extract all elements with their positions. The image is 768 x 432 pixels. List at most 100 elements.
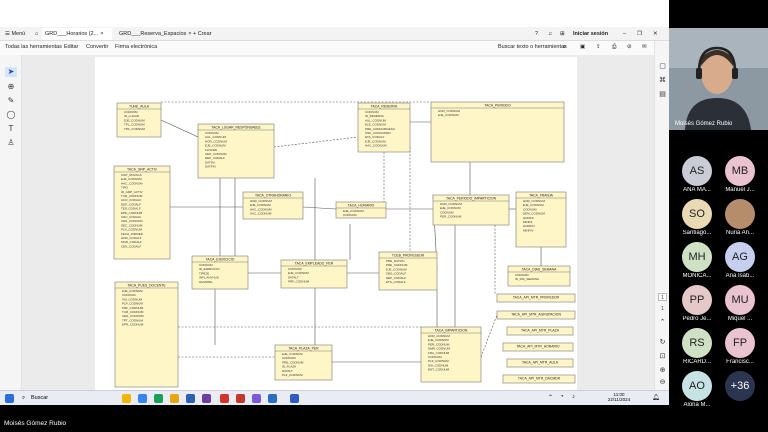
volume-icon[interactable]: ♪ (572, 394, 575, 400)
upload-icon[interactable]: ⇪ (596, 44, 601, 50)
notification-icon[interactable]: 🔔︎ (652, 394, 660, 401)
entity-attribute: HAC_CODNUM (365, 144, 387, 148)
help-icon[interactable]: ? (532, 28, 541, 40)
windows-taskbar: ⌕ Buscar ⌃ ◔ ♪ 11:00 22/11/2024 🔔︎ (0, 390, 669, 405)
search-tools-input[interactable]: Buscar texto o herramientas (498, 44, 567, 50)
maximize-icon[interactable]: ❐ (634, 28, 645, 40)
participant-avatar[interactable]: RS (682, 328, 712, 358)
text-select-icon[interactable]: T (5, 124, 17, 134)
bell-icon[interactable]: ♫ (545, 28, 555, 40)
tab-reserva[interactable]: GRD___Reserva_Espacios × (116, 28, 191, 40)
edit-menu[interactable]: Editar (64, 44, 78, 50)
edge-icon[interactable] (138, 394, 147, 403)
zoom-out-icon[interactable]: ⊖ (658, 379, 667, 387)
entity-attribute: ETS_CODALF (386, 280, 406, 284)
highlight-pen-icon[interactable]: ✎ (5, 96, 17, 106)
word-icon[interactable] (186, 394, 195, 403)
entity-taca-imparticion: TACA_IMPARTICIONHOR_CODNUMEJE_CODNUMPER_… (420, 326, 482, 383)
teams-icon[interactable] (252, 394, 261, 403)
outlook-icon[interactable] (268, 394, 277, 403)
menu-button[interactable]: ☰ Menú (2, 28, 28, 40)
tab-label: GRD___Reserva_Espacios (119, 31, 187, 37)
relationship-line (302, 206, 337, 210)
participant-avatar[interactable]: SO (682, 199, 712, 229)
search-icon[interactable]: ⌕ (22, 395, 25, 402)
entity-title: TACA_FRANJA (529, 194, 554, 198)
chrome-icon[interactable] (170, 394, 179, 403)
acrobat-icon[interactable] (220, 394, 229, 403)
participant-avatar[interactable]: PP (682, 285, 712, 315)
signin-button[interactable]: Iniciar sesión (570, 28, 611, 40)
all-tools-menu[interactable]: Todas las herramientas (5, 44, 62, 50)
participant-avatar[interactable]: AG (725, 242, 755, 272)
participant-avatar[interactable]: FP (725, 328, 755, 358)
speaker-name: Moisés Gómez Rubio (675, 121, 733, 127)
apps-icon[interactable]: ⊞ (557, 28, 568, 40)
entity-attribute: PER_CODNUM (440, 215, 462, 219)
zoom-icon[interactable]: ⊕ (5, 82, 17, 92)
window-close-icon[interactable]: ✕ (650, 28, 661, 40)
file-explorer-icon[interactable] (122, 394, 131, 403)
entity-attribute: MINFIN (523, 228, 533, 232)
participant-avatar[interactable]: MB (725, 156, 755, 186)
entity-attribute: ENT_CODNUM (428, 368, 450, 372)
entity-attribute: HUMORE (199, 280, 212, 284)
app-icon[interactable] (290, 394, 299, 403)
entity-taca-ejercicio: TACA_EJERCICIOCODNUMID_EJERCICIOTIPEJEIN… (191, 255, 249, 290)
fit-page-icon[interactable]: ⊡ (658, 353, 667, 361)
participant-avatar[interactable]: MH (682, 242, 712, 272)
close-icon[interactable]: × (100, 31, 103, 37)
entity-taca-grp-activ: TACA_GRP_ACTIVASIT_RNVACAEJE_CODNUMHAC_C… (113, 165, 171, 260)
entity-title: TACA_EMPLEADO_PER (295, 262, 334, 266)
pages-icon[interactable]: ▤ (658, 91, 667, 99)
esign-menu[interactable]: Firma electrónica (115, 44, 157, 50)
select-cursor-icon[interactable]: ➤ (5, 67, 17, 77)
participant-avatar[interactable]: +36 (725, 371, 755, 401)
minimize-icon[interactable]: – (620, 28, 629, 40)
participant-name: MONICA... (682, 273, 712, 279)
entity-title: TACA_EJERCICIO (206, 258, 235, 262)
entity-attribute: ID_DIA_SEMANA (515, 277, 539, 281)
network-icon[interactable]: ◔ (560, 394, 564, 400)
entity-title: TACA_PERIODO_IMPARTICION (446, 197, 497, 201)
refresh-icon[interactable]: ↻ (658, 339, 667, 347)
lasso-icon[interactable]: ◯ (5, 110, 17, 120)
convert-menu[interactable]: Convertir (86, 44, 108, 50)
entity-taca-api-mtr-profesor: TACA_API_MTR_PROFESOR (496, 293, 576, 303)
page-number-current[interactable]: 1 (658, 293, 667, 301)
entity-taca-api-mtr-agrupacion: TACA_API_MTR_AGRUPACION (496, 310, 576, 320)
participant-avatar[interactable] (725, 199, 755, 229)
bookmark-icon[interactable]: ⌘ (658, 77, 667, 85)
comment-icon[interactable]: ▢ (658, 63, 667, 71)
taskbar-search[interactable]: Buscar (31, 395, 48, 401)
taskbar-clock[interactable]: 11:00 22/11/2024 (604, 392, 634, 402)
speaker-portrait (669, 28, 768, 130)
app-icon[interactable] (236, 394, 245, 403)
menu-label: Menú (11, 31, 26, 37)
vscode-icon[interactable] (202, 394, 211, 403)
participant-avatar[interactable]: AS (682, 156, 712, 186)
entity-title: TUHE_AULA (129, 105, 150, 109)
home-icon[interactable]: ⌂ (32, 28, 41, 40)
participant-avatar[interactable]: MU (725, 285, 755, 315)
page-up-icon[interactable]: ⌃ (658, 319, 667, 327)
mail-icon[interactable]: ✉ (642, 44, 647, 50)
entity-title: TACA_DIAS_SEMANA (522, 268, 558, 272)
print-icon[interactable]: ⎙ (612, 44, 616, 51)
save-icon[interactable]: ▣ (580, 44, 585, 50)
search-icon[interactable]: ⌕ (563, 44, 566, 51)
entity-title: TACA_API_MTR_DACMDR (518, 377, 561, 381)
tab-horarios[interactable]: GRD___Horarios (2... × (42, 28, 112, 40)
entity-attribute: CODNUM (343, 213, 357, 217)
new-tab-button[interactable]: + Crear (190, 28, 215, 40)
browser-tab-bar: ☰ Menú ⌂ GRD___Horarios (2... × GRD___Res… (0, 27, 669, 41)
app-icon[interactable] (154, 394, 163, 403)
entity-taca-reserva: TACA_RESERVACODNUMID_RESERVAAUL_CODNUMEL… (357, 102, 411, 153)
tray-chevron-icon[interactable]: ⌃ (548, 394, 553, 401)
participant-avatar[interactable]: AO (682, 371, 712, 401)
zoom-in-icon[interactable]: ⊕ (658, 367, 667, 375)
windows-start-icon[interactable] (5, 394, 14, 403)
link-icon[interactable]: ⊘ (627, 44, 632, 50)
participant-name: ANA MA... (683, 187, 711, 193)
stamp-icon[interactable]: ♙ (5, 138, 17, 148)
